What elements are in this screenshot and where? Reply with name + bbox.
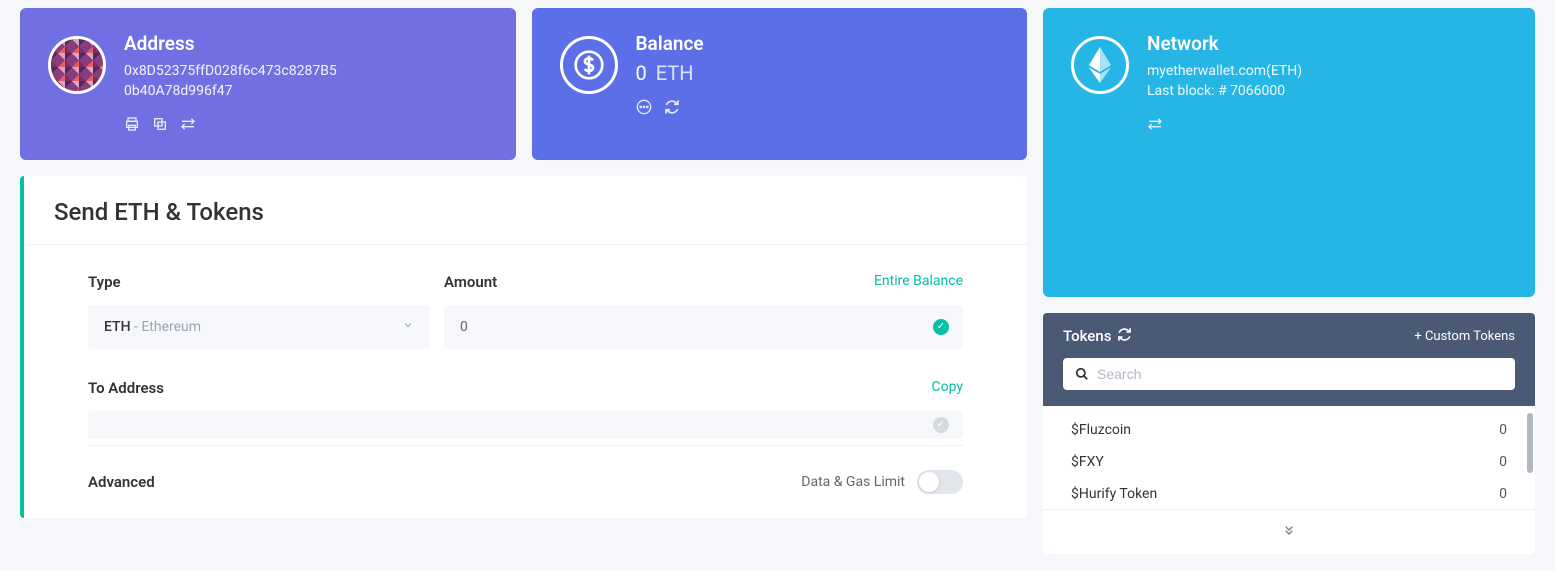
type-name: - Ethereum [131, 319, 202, 335]
type-symbol: ETH [104, 319, 131, 335]
amount-label: Amount [444, 273, 497, 291]
check-muted-icon: ✓ [933, 417, 949, 433]
search-icon [1075, 367, 1089, 381]
address-blockie-icon [48, 36, 106, 94]
custom-tokens-link[interactable]: + Custom Tokens [1414, 329, 1515, 344]
to-address-input[interactable]: ✓ [88, 411, 963, 439]
refresh-icon[interactable] [664, 99, 680, 119]
to-address-label: To Address [88, 379, 164, 397]
check-icon: ✓ [933, 319, 949, 335]
token-item[interactable]: $Hurify Token 0 [1043, 478, 1535, 509]
more-icon[interactable] [636, 99, 652, 119]
scrollbar[interactable] [1527, 413, 1533, 473]
ethereum-icon [1071, 36, 1129, 94]
tokens-refresh-icon[interactable] [1117, 327, 1132, 346]
balance-unit: ETH [656, 61, 694, 85]
entire-balance-link[interactable]: Entire Balance [874, 273, 963, 291]
copy-icon[interactable] [152, 116, 168, 136]
amount-value: 0 [460, 319, 468, 335]
token-item[interactable]: $FXY 0 [1043, 446, 1535, 478]
advanced-label: Advanced [88, 473, 155, 491]
tokens-expand-button[interactable] [1043, 509, 1535, 554]
address-value-line1: 0x8D52375ffD028f6c473c8287B5 [124, 61, 488, 81]
dollar-icon [560, 36, 618, 94]
network-title: Network [1147, 32, 1507, 55]
copy-address-link[interactable]: Copy [931, 379, 963, 397]
token-balance: 0 [1499, 422, 1507, 438]
swap-icon[interactable] [180, 116, 196, 136]
type-label: Type [88, 273, 121, 291]
token-name: $Fluzcoin [1071, 422, 1131, 438]
network-name: myetherwallet.com(ETH) [1147, 61, 1507, 81]
tokens-list: $Fluzcoin0$FXY0$Hurify Token0$IQeon0$TEA… [1043, 406, 1535, 509]
address-title: Address [124, 32, 488, 55]
balance-title: Balance [636, 32, 1000, 55]
token-balance: 0 [1499, 486, 1507, 502]
balance-card: Balance 0 ETH [532, 8, 1028, 160]
print-icon[interactable] [124, 116, 140, 136]
chevron-down-icon [402, 319, 414, 334]
gas-label: Data & Gas Limit [801, 474, 905, 490]
token-name: $Hurify Token [1071, 486, 1157, 502]
token-search-input[interactable] [1097, 366, 1503, 382]
network-lastblock: Last block: # 7066000 [1147, 81, 1507, 101]
token-name: $FXY [1071, 454, 1104, 470]
type-select[interactable]: ETH - Ethereum [88, 305, 430, 349]
advanced-toggle[interactable] [917, 470, 963, 494]
token-balance: 0 [1499, 454, 1507, 470]
send-panel-title: Send ETH & Tokens [24, 176, 1027, 245]
amount-input[interactable]: 0 ✓ [444, 305, 963, 349]
address-card: Address 0x8D52375ffD028f6c473c8287B5 0b4… [20, 8, 516, 160]
address-value-line2: 0b40A78d996f47 [124, 81, 488, 101]
tokens-panel: Tokens + Custom Tokens $Fluzcoin0$FXY0$H… [1043, 313, 1535, 554]
token-search-box[interactable] [1063, 358, 1515, 390]
tokens-title: Tokens [1063, 327, 1111, 345]
network-swap-icon[interactable] [1147, 116, 1163, 136]
network-card: Network myetherwallet.com(ETH) Last bloc… [1043, 8, 1535, 297]
send-panel: Send ETH & Tokens Type ETH - Ethereum [20, 176, 1027, 518]
token-item[interactable]: $Fluzcoin 0 [1043, 414, 1535, 446]
balance-amount: 0 [636, 61, 647, 85]
